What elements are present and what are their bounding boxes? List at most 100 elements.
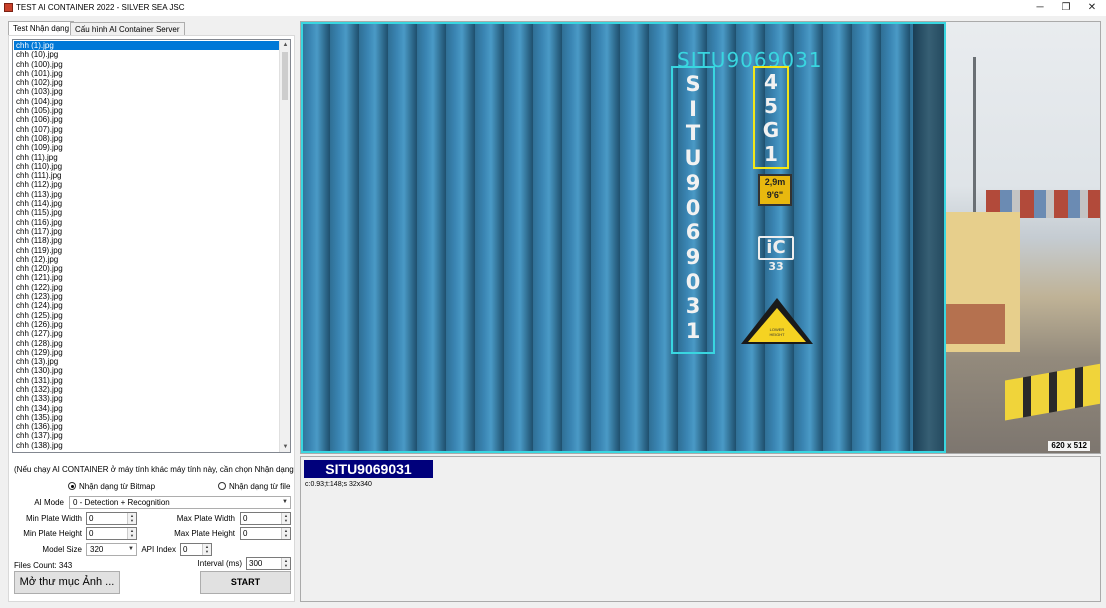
scroll-down-icon[interactable]: ▼ xyxy=(280,442,290,452)
image-view: SITU9069031 SITU9069031 45G1 2,9m 9'6" i… xyxy=(300,21,1101,454)
spinner-icon[interactable]: ▲ ▼ xyxy=(127,528,136,539)
max-plate-width-input[interactable]: 0 ▲ ▼ xyxy=(240,512,291,525)
model-size-value: 320 xyxy=(90,545,104,554)
max-plate-height-input[interactable]: 0 ▲ ▼ xyxy=(240,527,291,540)
container-code-char: 0 xyxy=(685,269,701,294)
file-list-item[interactable]: chh (137).jpg xyxy=(14,431,279,440)
title-bar: TEST AI CONTAINER 2022 - SILVER SEA JSC … xyxy=(0,0,1106,16)
open-folder-button[interactable]: Mở thư mục Ảnh ... xyxy=(14,571,120,594)
file-list-item[interactable]: chh (131).jpg xyxy=(14,376,279,385)
file-list-item[interactable]: chh (112).jpg xyxy=(14,180,279,189)
file-list-item[interactable]: chh (118).jpg xyxy=(14,236,279,245)
spinner-icon[interactable]: ▲ ▼ xyxy=(202,544,211,555)
file-list-item[interactable]: chh (108).jpg xyxy=(14,134,279,143)
file-list-item[interactable]: chh (128).jpg xyxy=(14,339,279,348)
file-list-item[interactable]: chh (122).jpg xyxy=(14,283,279,292)
file-list-item[interactable]: chh (115).jpg xyxy=(14,208,279,217)
file-list-item[interactable]: chh (127).jpg xyxy=(14,329,279,338)
file-list-item[interactable]: chh (116).jpg xyxy=(14,218,279,227)
file-list-item[interactable]: chh (102).jpg xyxy=(14,78,279,87)
minimize-button[interactable]: ─ xyxy=(1026,0,1054,16)
ai-mode-select[interactable]: 0 - Detection + Recognition ▼ xyxy=(69,496,291,509)
min-plate-width-input[interactable]: 0 ▲ ▼ xyxy=(86,512,137,525)
file-list-item[interactable]: chh (12).jpg xyxy=(14,255,279,264)
file-list-item[interactable]: chh (135).jpg xyxy=(14,413,279,422)
chevron-down-icon: ▼ xyxy=(282,499,288,505)
spinner-icon[interactable]: ▲ ▼ xyxy=(127,513,136,524)
file-list-item[interactable]: chh (117).jpg xyxy=(14,227,279,236)
radio-file[interactable]: Nhận dạng từ file xyxy=(218,482,290,491)
file-list-item[interactable]: chh (130).jpg xyxy=(14,366,279,375)
close-button[interactable]: ✕ xyxy=(1078,0,1106,16)
file-list-item[interactable]: chh (109).jpg xyxy=(14,143,279,152)
file-list-scrollbar[interactable]: ▲ ▼ xyxy=(279,40,290,452)
file-list-item[interactable]: chh (113).jpg xyxy=(14,190,279,199)
file-list-item[interactable]: chh (13).jpg xyxy=(14,357,279,366)
file-list-item[interactable]: chh (129).jpg xyxy=(14,348,279,357)
file-list-item[interactable]: chh (107).jpg xyxy=(14,125,279,134)
file-list-item[interactable]: chh (138).jpg xyxy=(14,441,279,450)
scroll-up-icon[interactable]: ▲ xyxy=(280,40,290,50)
file-list-item[interactable]: chh (123).jpg xyxy=(14,292,279,301)
file-list-item[interactable]: chh (125).jpg xyxy=(14,311,279,320)
type-code: 45G1 xyxy=(757,70,785,166)
tab-test-recognition[interactable]: Test Nhận dạng xyxy=(8,21,75,36)
window-title: TEST AI CONTAINER 2022 - SILVER SEA JSC xyxy=(16,3,185,12)
file-list-item[interactable]: chh (106).jpg xyxy=(14,115,279,124)
file-list-item[interactable]: chh (119).jpg xyxy=(14,246,279,255)
max-plate-height-value: 0 xyxy=(243,529,248,538)
max-plate-width-label: Max Plate Width xyxy=(176,514,235,523)
file-list-item[interactable]: chh (121).jpg xyxy=(14,273,279,282)
min-plate-width-label: Min Plate Width xyxy=(25,514,82,523)
file-list-item[interactable]: chh (1).jpg xyxy=(14,41,279,51)
start-button[interactable]: START xyxy=(200,571,291,594)
file-list-item[interactable]: chh (114).jpg xyxy=(14,199,279,208)
file-list-item[interactable]: chh (11).jpg xyxy=(14,153,279,162)
file-list-item[interactable]: chh (105).jpg xyxy=(14,106,279,115)
file-list-item[interactable]: chh (124).jpg xyxy=(14,301,279,310)
result-panel: SITU9069031 c:0.93;t:148;s 32x340 xyxy=(300,456,1101,602)
file-list-item[interactable]: chh (133).jpg xyxy=(14,394,279,403)
api-index-input[interactable]: 0 ▲ ▼ xyxy=(180,543,212,556)
file-list-item[interactable]: chh (132).jpg xyxy=(14,385,279,394)
spinner-icon[interactable]: ▲ ▼ xyxy=(281,513,290,524)
file-list[interactable]: chh (1).jpg chh (10).jpg chh (100).jpg chh … xyxy=(12,39,291,453)
radio-bitmap-dot[interactable] xyxy=(68,482,76,490)
ai-mode-value: 0 - Detection + Recognition xyxy=(73,498,170,507)
spinner-icon[interactable]: ▲ ▼ xyxy=(281,558,290,569)
interval-label: Interval (ms) xyxy=(197,559,242,568)
container-code-char: T xyxy=(685,121,701,146)
radio-bitmap[interactable]: Nhận dạng từ Bitmap xyxy=(68,482,155,491)
file-list-item[interactable]: chh (134).jpg xyxy=(14,404,279,413)
hazard-text: LOWER HEIGHT xyxy=(769,327,785,337)
model-size-select[interactable]: 320 ▼ xyxy=(86,543,137,556)
spinner-icon[interactable]: ▲ ▼ xyxy=(281,528,290,539)
container-code-char: U xyxy=(684,146,702,171)
file-list-item[interactable]: chh (103).jpg xyxy=(14,87,279,96)
min-plate-width-value: 0 xyxy=(89,514,94,523)
type-code-char: 5 xyxy=(764,94,778,118)
file-list-item[interactable]: chh (110).jpg xyxy=(14,162,279,171)
container-code-char: 9 xyxy=(685,244,701,269)
file-list-item[interactable]: chh (126).jpg xyxy=(14,320,279,329)
file-list-item[interactable]: chh (136).jpg xyxy=(14,422,279,431)
file-list-items: chh (1).jpg chh (10).jpg chh (100).jpg chh … xyxy=(14,41,279,450)
ic-mark: iC 33 xyxy=(758,236,794,274)
file-list-item[interactable]: chh (120).jpg xyxy=(14,264,279,273)
restore-button[interactable]: ❐ xyxy=(1052,0,1080,16)
file-list-item[interactable]: chh (100).jpg xyxy=(14,60,279,69)
file-list-item[interactable]: chh (111).jpg xyxy=(14,171,279,180)
file-list-item[interactable]: chh (10).jpg xyxy=(14,50,279,59)
ic-mark-top: iC xyxy=(758,236,794,260)
size-plate-line2: 9'6" xyxy=(766,190,784,200)
min-plate-height-input[interactable]: 0 ▲ ▼ xyxy=(86,527,137,540)
max-plate-height-label: Max Plate Height xyxy=(174,529,235,538)
tab-server-config[interactable]: Cấu hình AI Container Server xyxy=(70,22,185,36)
scroll-thumb[interactable] xyxy=(282,52,288,100)
radio-file-dot[interactable] xyxy=(218,482,226,490)
file-list-item[interactable]: chh (101).jpg xyxy=(14,69,279,78)
file-list-item[interactable]: chh (104).jpg xyxy=(14,97,279,106)
radio-file-label: Nhận dạng từ file xyxy=(229,482,291,491)
interval-input[interactable]: 300 ▲ ▼ xyxy=(246,557,291,570)
ic-mark-bottom: 33 xyxy=(768,260,784,273)
